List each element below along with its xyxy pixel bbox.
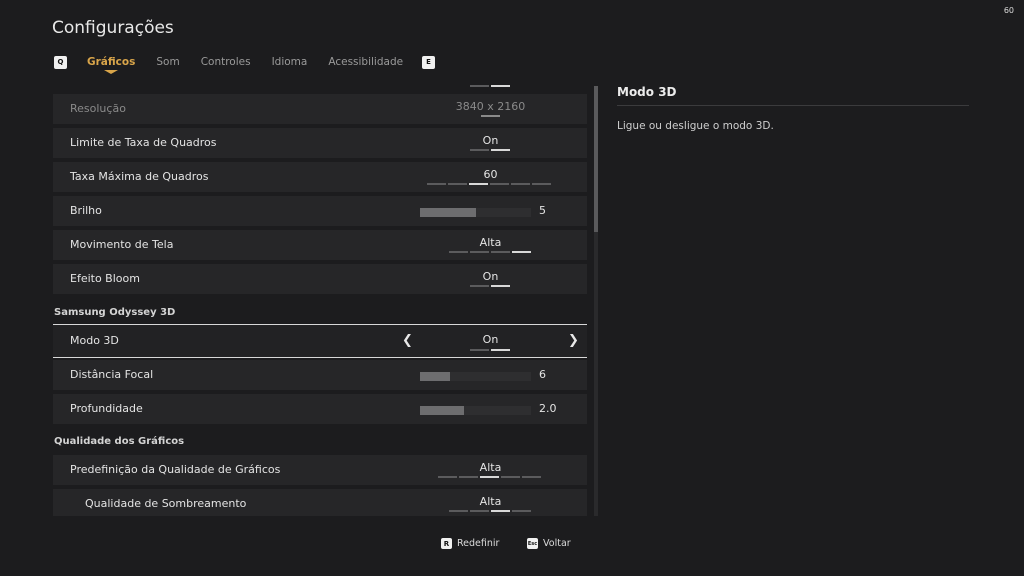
option-indicator: [449, 251, 531, 253]
setting-label: Resolução: [70, 102, 126, 115]
option-indicator: [449, 510, 531, 512]
arrow-right-icon[interactable]: ❯: [568, 333, 579, 348]
setting-row-focal-distance[interactable]: Distância Focal 6: [53, 360, 587, 390]
setting-value: 3840 x 2160: [455, 100, 526, 113]
setting-value: On: [482, 333, 499, 346]
setting-label: Qualidade de Sombreamento: [85, 497, 247, 510]
detail-title: Modo 3D: [617, 85, 677, 99]
tab-graphics[interactable]: Gráficos: [87, 56, 136, 74]
setting-row-max-frame-rate[interactable]: Taxa Máxima de Quadros 60: [53, 162, 587, 192]
back-button[interactable]: Esc Voltar: [527, 538, 571, 549]
tab-language[interactable]: Idioma: [272, 56, 308, 68]
setting-row-shading-quality[interactable]: Qualidade de Sombreamento Alta: [53, 489, 587, 516]
scrollbar-thumb[interactable]: [594, 86, 598, 232]
section-header-samsung: Samsung Odyssey 3D: [54, 307, 176, 318]
brightness-slider[interactable]: [420, 208, 531, 217]
setting-label: Brilho: [70, 204, 102, 217]
prev-tab-key-icon[interactable]: Q: [54, 55, 67, 69]
settings-list[interactable]: Resolução 3840 x 2160 Limite de Taxa de …: [53, 80, 587, 516]
option-indicator: [470, 349, 510, 351]
setting-row-bloom[interactable]: Efeito Bloom On: [53, 264, 587, 294]
setting-label: Taxa Máxima de Quadros: [70, 170, 209, 183]
tab-controls[interactable]: Controles: [201, 56, 251, 68]
setting-row-quality-preset[interactable]: Predefinição da Qualidade de Gráficos Al…: [53, 455, 587, 485]
option-indicator: [470, 285, 510, 287]
active-tab-indicator-icon: [104, 70, 119, 74]
tab-accessibility[interactable]: Acessibilidade: [328, 56, 403, 68]
setting-value: Alta: [479, 495, 502, 508]
slider-fill: [420, 372, 450, 381]
section-header-graphics-quality: Qualidade dos Gráficos: [54, 436, 185, 447]
setting-value: 6: [539, 368, 546, 381]
setting-label: Profundidade: [70, 402, 143, 415]
option-indicator: [427, 183, 551, 185]
setting-row-depth[interactable]: Profundidade 2.0: [53, 394, 587, 424]
fps-counter: 60: [1003, 6, 1014, 15]
option-indicator: [438, 476, 541, 478]
setting-label: Efeito Bloom: [70, 272, 140, 285]
setting-value: 2.0: [539, 402, 557, 415]
next-tab-key-icon[interactable]: E: [422, 55, 436, 69]
page-title: Configurações: [52, 18, 174, 38]
setting-label: Limite de Taxa de Quadros: [70, 136, 217, 149]
setting-value: Alta: [479, 236, 502, 249]
tab-graphics-label: Gráficos: [87, 56, 136, 68]
option-indicator: [470, 149, 510, 151]
setting-label: Modo 3D: [70, 334, 119, 347]
arrow-left-icon[interactable]: ❮: [402, 333, 413, 348]
scrollbar[interactable]: [594, 86, 598, 516]
setting-value: On: [482, 134, 499, 147]
setting-value: On: [482, 270, 499, 283]
setting-value: 60: [483, 168, 498, 181]
setting-row-screen-motion[interactable]: Movimento de Tela Alta: [53, 230, 587, 260]
setting-row-resolution[interactable]: Resolução 3840 x 2160: [53, 94, 587, 124]
back-label: Voltar: [543, 538, 571, 549]
reset-button[interactable]: R Redefinir: [441, 538, 499, 549]
reset-label: Redefinir: [457, 538, 500, 549]
tab-bar: Q Gráficos Som Controles Idioma Acessibi…: [54, 52, 436, 74]
setting-row-brightness[interactable]: Brilho 5: [53, 196, 587, 226]
setting-row-frame-limit[interactable]: Limite de Taxa de Quadros On: [53, 128, 587, 158]
setting-value: Alta: [479, 461, 502, 474]
depth-slider[interactable]: [420, 406, 531, 415]
setting-label: Movimento de Tela: [70, 238, 174, 251]
detail-divider: [617, 105, 969, 106]
escape-key-icon: Esc: [527, 538, 538, 549]
reset-key-icon: R: [441, 538, 452, 549]
focal-distance-slider[interactable]: [420, 372, 531, 381]
previous-row-indicator: [470, 85, 512, 88]
setting-row-3d-mode[interactable]: Modo 3D ❮ On ❯: [53, 324, 587, 358]
setting-label: Predefinição da Qualidade de Gráficos: [70, 463, 281, 476]
slider-fill: [420, 208, 476, 217]
detail-description: Ligue ou desligue o modo 3D.: [617, 120, 774, 132]
option-indicator: [481, 115, 500, 117]
setting-label: Distância Focal: [70, 368, 154, 381]
tab-sound[interactable]: Som: [156, 56, 179, 68]
setting-value: 5: [539, 204, 546, 217]
slider-fill: [420, 406, 465, 415]
